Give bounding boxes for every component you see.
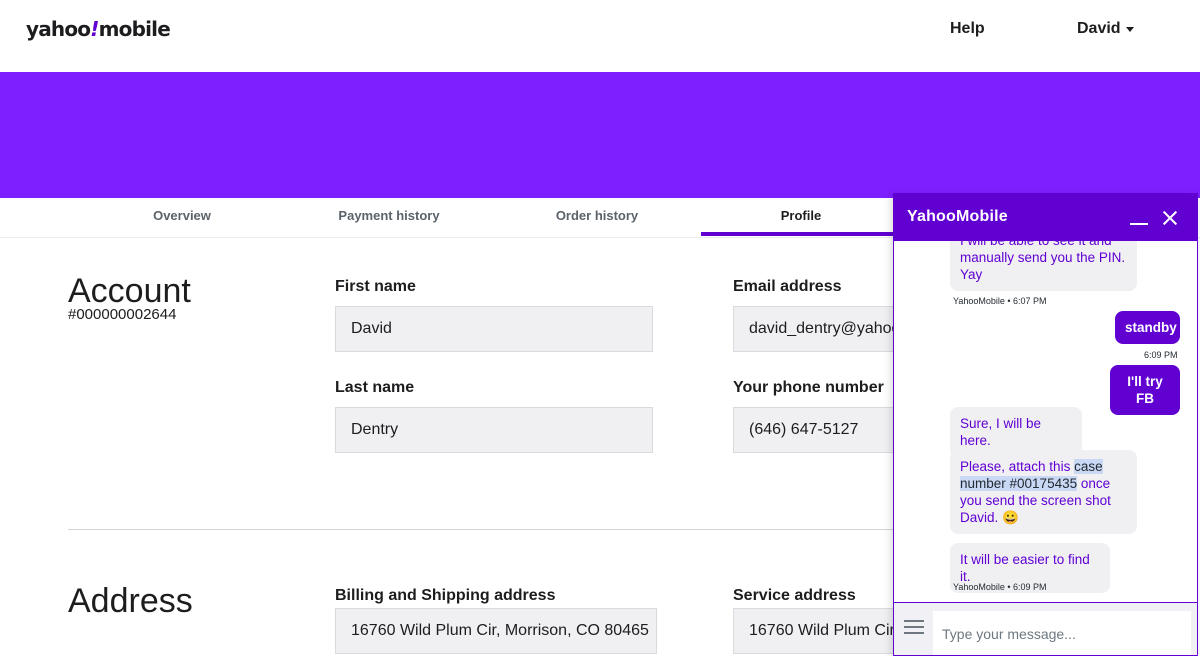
tab-order-history[interactable]: Order history	[497, 198, 697, 236]
chat-message-meta: 6:09 PM	[1144, 350, 1178, 360]
user-name: David	[1077, 20, 1121, 37]
billing-address-field[interactable]: 16760 Wild Plum Cir, Morrison, CO 80465	[335, 608, 657, 654]
hero-banner	[0, 72, 1200, 198]
phone-label: Your phone number	[733, 379, 884, 396]
chat-header: YahooMobile	[894, 194, 1197, 241]
service-address-field[interactable]: 16760 Wild Plum Cir,	[733, 608, 903, 654]
address-section-title: Address	[68, 582, 193, 620]
chat-message-agent: I will be able to see it and manually se…	[950, 241, 1137, 291]
minimize-icon[interactable]	[1130, 209, 1148, 227]
section-divider	[68, 529, 898, 530]
first-name-field[interactable]: David	[335, 306, 653, 352]
chat-message-meta: YahooMobile • 6:07 PM	[953, 296, 1047, 306]
first-name-label: First name	[335, 278, 416, 295]
account-number: #000000002644	[68, 306, 177, 323]
chat-message-user: standby	[1115, 311, 1180, 344]
tab-profile[interactable]: Profile	[701, 198, 901, 236]
email-label: Email address	[733, 278, 842, 295]
chat-widget: YahooMobile I will be able to see it and…	[893, 193, 1198, 656]
logo-text-mobile: mobile	[98, 17, 171, 41]
menu-icon[interactable]	[904, 620, 924, 636]
chat-message-meta: YahooMobile • 6:09 PM	[953, 582, 1047, 592]
close-icon[interactable]	[1160, 208, 1180, 228]
top-header: yahoo!mobile Help David	[0, 0, 1200, 72]
logo-text-yahoo: yahoo	[26, 17, 91, 41]
chat-message-agent: Please, attach this case number #0017543…	[950, 450, 1137, 534]
chat-transcript[interactable]: I will be able to see it and manually se…	[894, 241, 1197, 603]
chat-title: YahooMobile	[907, 208, 1008, 225]
help-link[interactable]: Help	[950, 20, 985, 38]
yahoo-mobile-logo[interactable]: yahoo!mobile	[26, 17, 171, 41]
chat-input-bar	[894, 603, 1197, 655]
tab-payment-history[interactable]: Payment history	[289, 198, 489, 236]
chat-message-user: I'll try FB	[1110, 365, 1180, 415]
tab-overview[interactable]: Overview	[82, 198, 282, 236]
chat-message-input[interactable]	[933, 611, 1191, 655]
chat-text: Please, attach this	[960, 459, 1075, 474]
phone-field[interactable]: (646) 647-5127	[733, 407, 903, 453]
user-menu[interactable]: David	[1077, 20, 1134, 38]
caret-down-icon	[1125, 26, 1134, 32]
last-name-label: Last name	[335, 379, 415, 396]
billing-address-label: Billing and Shipping address	[335, 587, 556, 604]
email-field[interactable]: david_dentry@yahoo	[733, 306, 903, 352]
last-name-field[interactable]: Dentry	[335, 407, 653, 453]
logo-text-bang: !	[90, 17, 99, 41]
service-address-label: Service address	[733, 587, 856, 604]
